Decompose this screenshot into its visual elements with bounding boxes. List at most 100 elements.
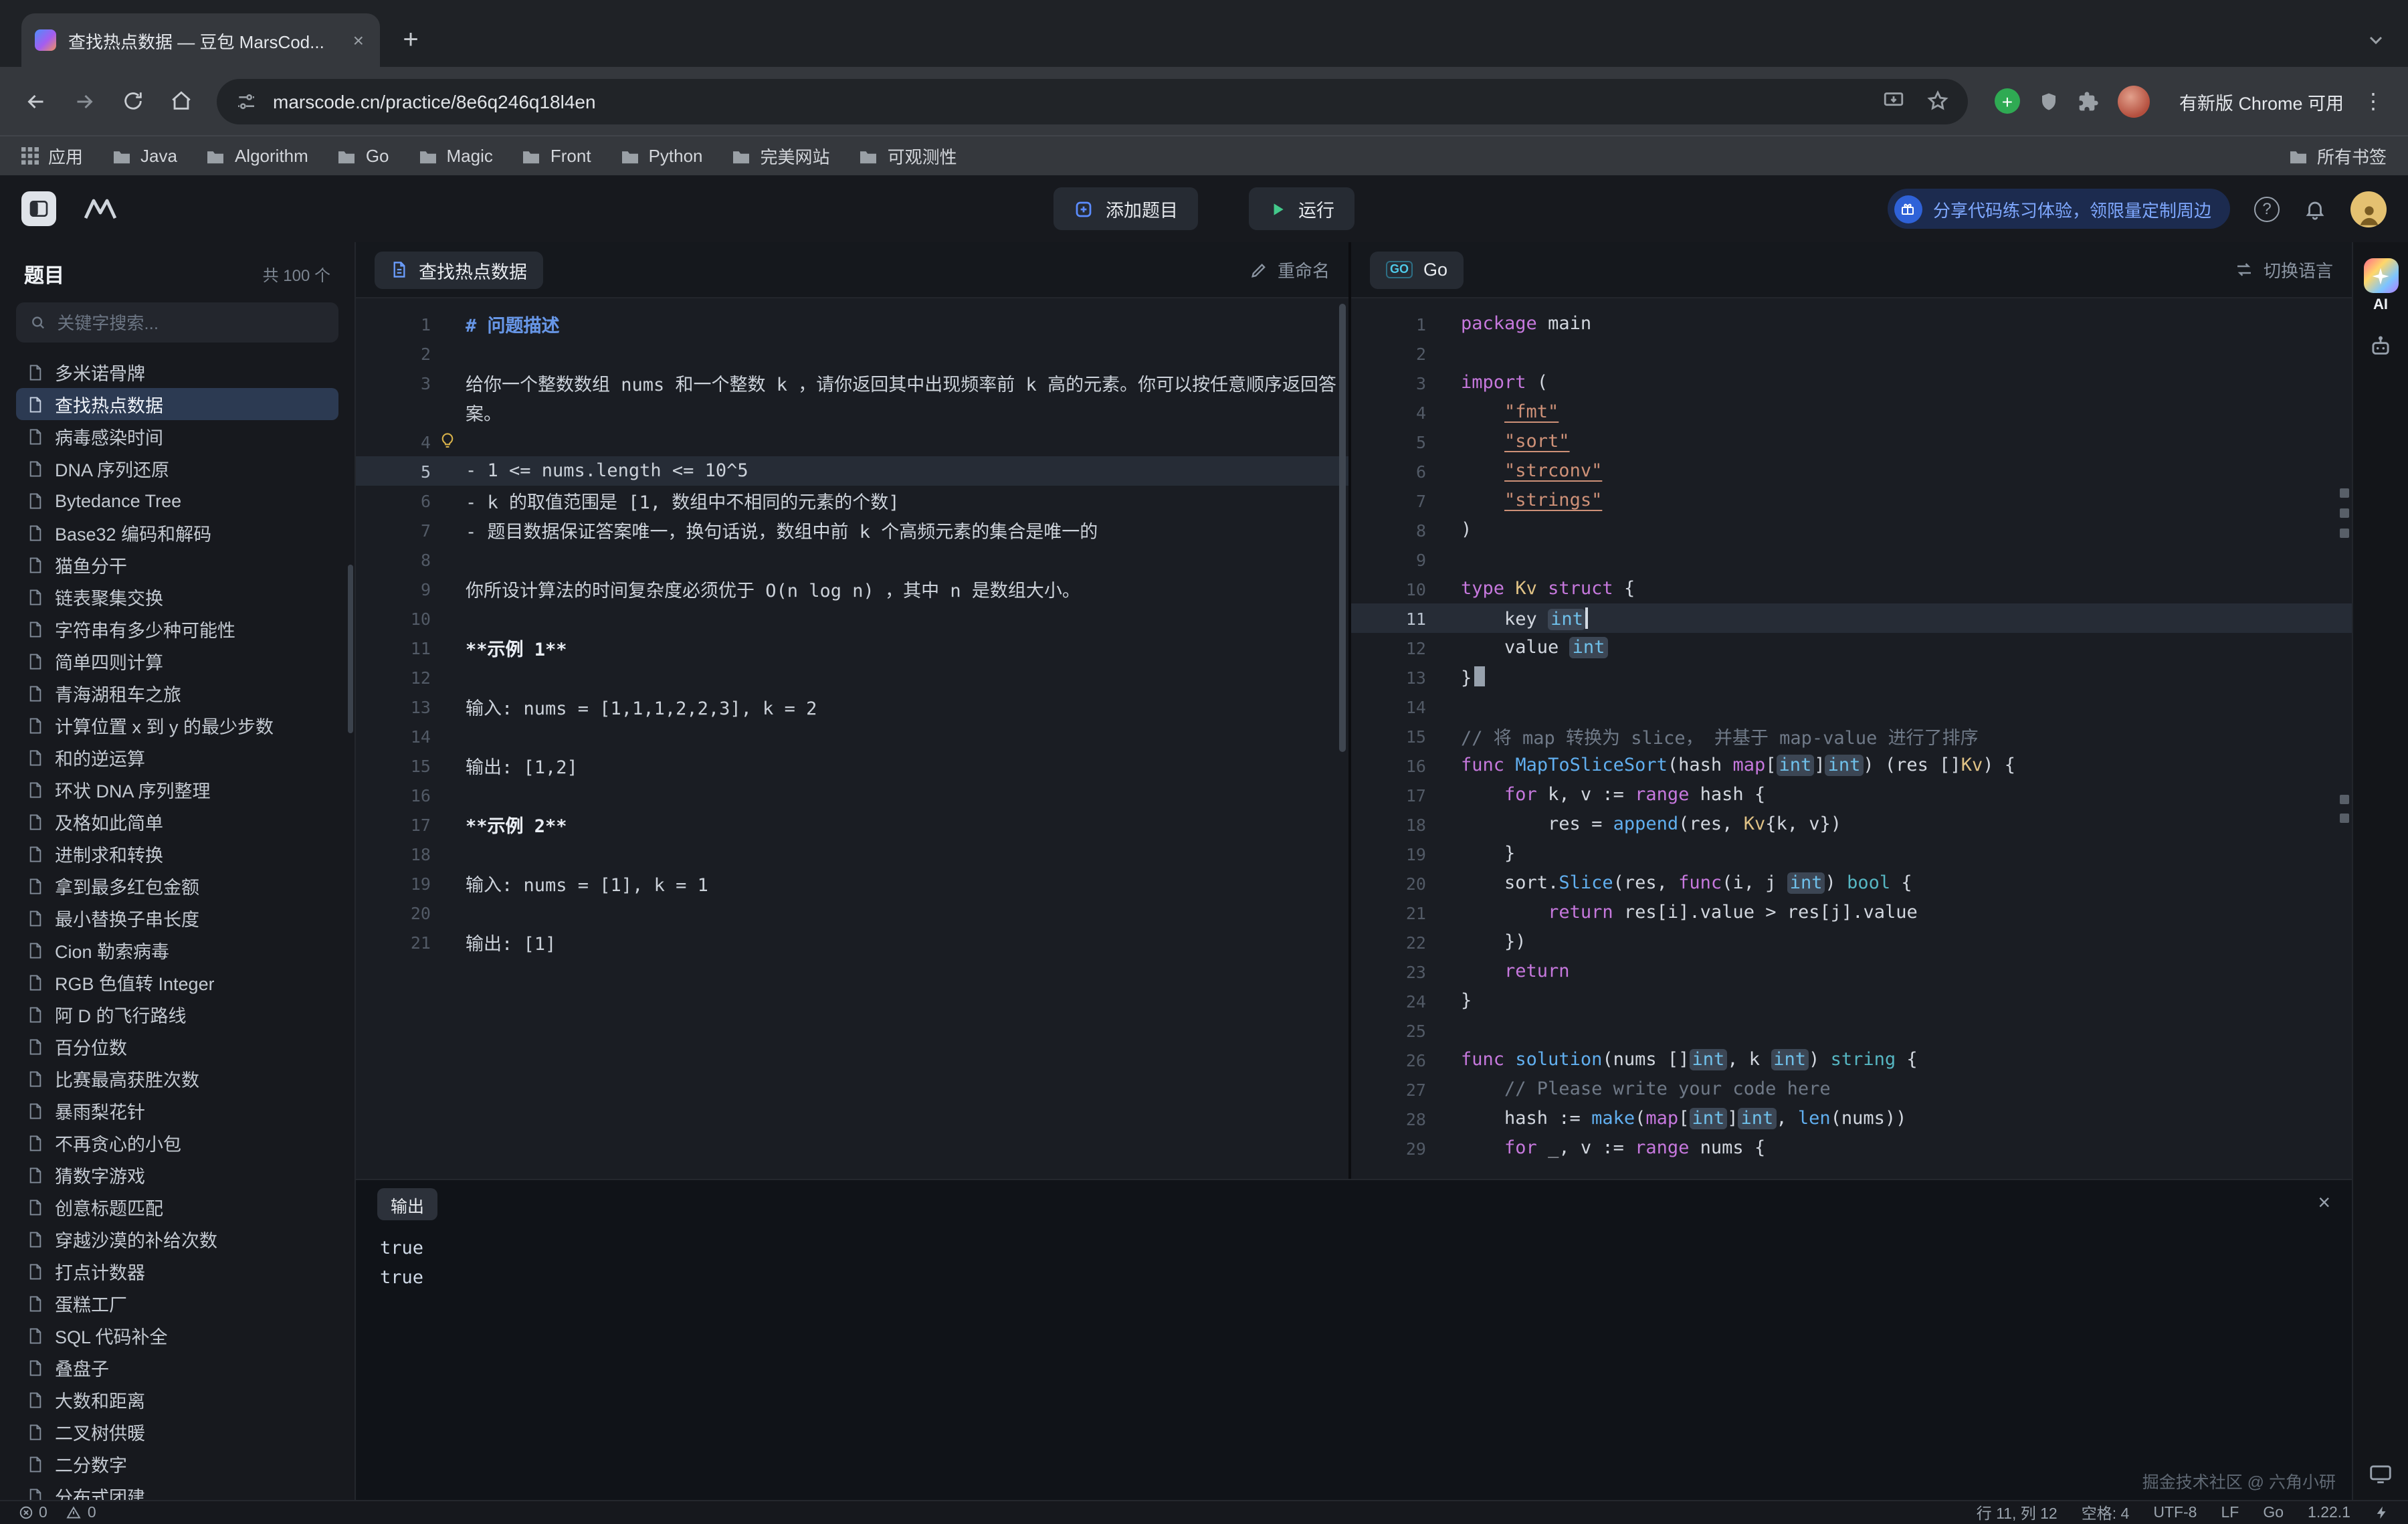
tab-search-icon[interactable] <box>2365 29 2387 51</box>
bookmark-folder[interactable]: Algorithm <box>207 146 308 166</box>
bookmark-folder[interactable]: 可观测性 <box>860 143 957 169</box>
screen-monitor-icon[interactable] <box>2368 1461 2393 1487</box>
tab-close-icon[interactable]: × <box>350 29 367 51</box>
marscode-logo-icon[interactable] <box>83 197 118 221</box>
editor-line[interactable]: 12 value int <box>1351 633 2352 662</box>
editor-line[interactable]: 5 "sort" <box>1351 427 2352 456</box>
editor-line[interactable]: 21 return res[i].value > res[j].value <box>1351 898 2352 927</box>
editor-line[interactable]: 15输出: [1,2] <box>356 751 1348 780</box>
sidebar-item-problem[interactable]: 多米诺骨牌 <box>16 356 338 388</box>
editor-line[interactable]: 6 "strconv" <box>1351 456 2352 486</box>
sidebar-item-problem[interactable]: 暴雨梨花针 <box>16 1094 338 1127</box>
editor-line[interactable]: 4 <box>356 427 1348 456</box>
browser-menu-icon[interactable]: ⋮ <box>2360 88 2395 114</box>
reload-button[interactable] <box>110 78 155 124</box>
sidebar-item-problem[interactable]: 及格如此简单 <box>16 805 338 838</box>
new-tab-button[interactable]: + <box>391 20 431 60</box>
sidebar-item-problem[interactable]: SQL 代码补全 <box>16 1319 338 1351</box>
sidebar-item-problem[interactable]: 穿越沙漠的补给次数 <box>16 1223 338 1255</box>
sidebar-item-problem[interactable]: 不再贪心的小包 <box>16 1127 338 1159</box>
sidebar-item-problem[interactable]: 进制求和转换 <box>16 838 338 870</box>
sidebar-item-problem[interactable]: 拿到最多红包金额 <box>16 870 338 902</box>
sidebar-item-problem[interactable]: 百分位数 <box>16 1030 338 1062</box>
editor-line[interactable]: 18 <box>356 839 1348 868</box>
sidebar-item-problem[interactable]: 阿 D 的飞行路线 <box>16 998 338 1030</box>
add-problem-button[interactable]: 添加题目 <box>1054 187 1198 230</box>
editor-line[interactable]: 1package main <box>1351 309 2352 339</box>
lightbulb-icon[interactable] <box>439 432 456 450</box>
back-button[interactable] <box>13 78 59 124</box>
sidebar-item-problem[interactable]: 猫鱼分干 <box>16 549 338 581</box>
sidebar-item-problem[interactable]: 简单四则计算 <box>16 645 338 677</box>
warnings-indicator[interactable]: 0 <box>66 1505 96 1521</box>
editor-line[interactable]: 1# 问题描述 <box>356 309 1348 339</box>
editor-line[interactable]: 19 } <box>1351 839 2352 868</box>
sidebar-item-problem[interactable]: 链表聚集交换 <box>16 581 338 613</box>
problem-editor[interactable]: 1# 问题描述23给你一个整数数组 nums 和一个整数 k ，请你返回其中出现… <box>356 298 1348 1179</box>
bookmark-folder[interactable]: Java <box>112 146 177 166</box>
browser-profile-avatar[interactable] <box>2118 85 2150 117</box>
sidebar-item-problem[interactable]: 分布式团建 <box>16 1480 338 1500</box>
apps-shortcut[interactable]: 应用 <box>21 143 83 169</box>
bookmark-folder[interactable]: Magic <box>419 146 493 166</box>
sidebar-item-problem[interactable]: 查找热点数据 <box>16 388 338 420</box>
editor-line[interactable]: 12 <box>356 662 1348 692</box>
install-app-icon[interactable] <box>1882 90 1905 112</box>
output-tab[interactable]: 输出 <box>377 1188 437 1220</box>
editor-line[interactable]: 20 <box>356 898 1348 927</box>
editor-line[interactable]: 17**示例 2** <box>356 809 1348 839</box>
editor-line[interactable]: 13} <box>1351 662 2352 692</box>
feedback-icon[interactable] <box>2375 1505 2389 1520</box>
sidebar-scrollbar[interactable] <box>348 565 353 733</box>
editor-line[interactable]: 18 res = append(res, Kv{k, v}) <box>1351 809 2352 839</box>
help-icon[interactable]: ? <box>2254 196 2280 221</box>
editor-line[interactable]: 2 <box>1351 339 2352 368</box>
sidebar-item-problem[interactable]: 二叉树供暖 <box>16 1416 338 1448</box>
editor-line[interactable]: 3给你一个整数数组 nums 和一个整数 k ，请你返回其中出现频率前 k 高的… <box>356 368 1348 397</box>
editor-line[interactable]: 3import ( <box>1351 368 2352 397</box>
code-editor[interactable]: 1package main23import (4 "fmt"5 "sort"6 … <box>1351 298 2352 1179</box>
cursor-position[interactable]: 行 11, 列 12 <box>1977 1502 2058 1523</box>
sidebar-item-problem[interactable]: 和的逆运算 <box>16 741 338 773</box>
editor-line[interactable]: 7- 题目数据保证答案唯一，换句话说，数组中前 k 个高频元素的集合是唯一的 <box>356 515 1348 545</box>
editor-line[interactable]: 25 <box>1351 1016 2352 1045</box>
bookmark-folder[interactable]: Go <box>338 146 389 166</box>
editor-line[interactable]: 5- 1 <= nums.length <= 10^5 <box>356 456 1348 486</box>
sidebar-toggle-button[interactable] <box>21 191 56 226</box>
language-tab[interactable]: GO Go <box>1370 251 1464 288</box>
search-input[interactable] <box>57 312 325 332</box>
editor-line[interactable]: 28 hash := make(map[int]int, len(nums)) <box>1351 1104 2352 1133</box>
editor-line[interactable]: 10type Kv struct { <box>1351 574 2352 603</box>
editor-line[interactable]: 13输入: nums = [1,1,1,2,2,3], k = 2 <box>356 692 1348 721</box>
user-avatar[interactable] <box>2350 191 2387 227</box>
editor-line[interactable]: 26func solution(nums []int, k int) strin… <box>1351 1045 2352 1074</box>
output-close-icon[interactable]: × <box>2318 1192 2330 1216</box>
sidebar-item-problem[interactable]: DNA 序列还原 <box>16 452 338 484</box>
go-version[interactable]: 1.22.1 <box>2308 1505 2350 1521</box>
sidebar-item-problem[interactable]: 创意标题匹配 <box>16 1191 338 1223</box>
sidebar-item-problem[interactable]: 最小替换子串长度 <box>16 902 338 934</box>
chrome-update-button[interactable]: 有新版 Chrome 可用 <box>2166 88 2357 114</box>
editor-line[interactable]: 27 // Please write your code here <box>1351 1074 2352 1104</box>
editor-line[interactable]: 11**示例 1** <box>356 633 1348 662</box>
search-box[interactable] <box>16 302 338 343</box>
agent-robot-icon[interactable] <box>2368 335 2393 360</box>
editor-line[interactable]: 19输入: nums = [1], k = 1 <box>356 868 1348 898</box>
sidebar-item-problem[interactable]: 比赛最高获胜次数 <box>16 1062 338 1094</box>
switch-language-button[interactable]: 切换语言 <box>2234 257 2333 282</box>
site-settings-icon[interactable] <box>235 90 257 112</box>
eol-setting[interactable]: LF <box>2221 1505 2239 1521</box>
editor-line[interactable]: 10 <box>356 603 1348 633</box>
editor-line[interactable]: 9你所设计算法的时间复杂度必须优于 O(n log n) ，其中 n 是数组大小… <box>356 574 1348 603</box>
editor-line[interactable]: 22 }) <box>1351 927 2352 957</box>
editor-line[interactable]: 4 "fmt" <box>1351 397 2352 427</box>
editor-line[interactable]: 6- k 的取值范围是 [1, 数组中不相同的元素的个数] <box>356 486 1348 515</box>
editor-line[interactable]: 7 "strings" <box>1351 486 2352 515</box>
sidebar-item-problem[interactable]: RGB 色值转 Integer <box>16 966 338 998</box>
sidebar-item-problem[interactable]: 蛋糕工厂 <box>16 1287 338 1319</box>
home-button[interactable] <box>158 78 203 124</box>
sidebar-item-problem[interactable]: 字符串有多少种可能性 <box>16 613 338 645</box>
editor-line[interactable]: 8) <box>1351 515 2352 545</box>
bookmark-star-icon[interactable] <box>1926 90 1949 112</box>
browser-tab[interactable]: 查找热点数据 — 豆包 MarsCod... × <box>21 13 380 67</box>
